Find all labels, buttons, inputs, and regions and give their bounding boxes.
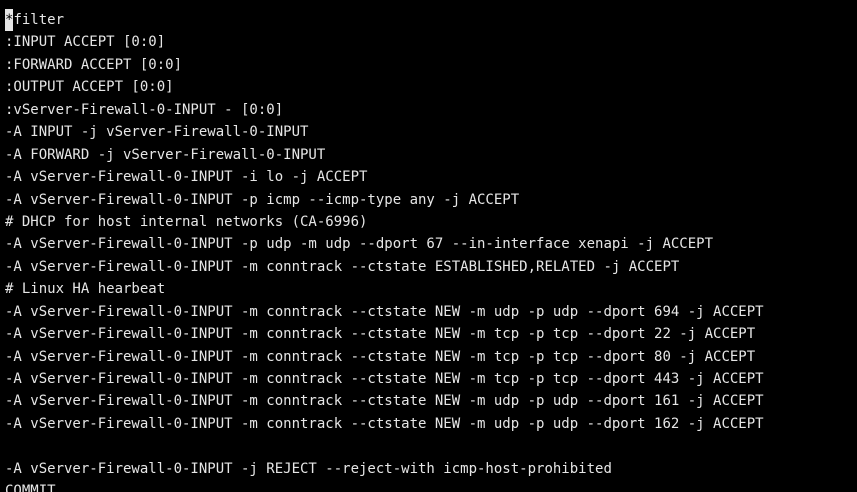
terminal-line: -A vServer-Firewall-0-INPUT -m conntrack…: [5, 415, 764, 432]
terminal-line: -A vServer-Firewall-0-INPUT -m conntrack…: [5, 258, 680, 275]
terminal-line: :INPUT ACCEPT [0:0]: [5, 34, 166, 51]
terminal-line: -A vServer-Firewall-0-INPUT -i lo -j ACC…: [5, 169, 368, 186]
terminal-window[interactable]: *filter :INPUT ACCEPT [0:0] :FORWARD ACC…: [0, 0, 857, 492]
first-line-text: filter: [13, 12, 65, 28]
terminal-line: -A FORWARD -j vServer-Firewall-0-INPUT: [5, 146, 326, 163]
terminal-line: :OUTPUT ACCEPT [0:0]: [5, 79, 174, 96]
terminal-line: -A vServer-Firewall-0-INPUT -m conntrack…: [5, 348, 756, 365]
terminal-line: -A INPUT -j vServer-Firewall-0-INPUT: [5, 124, 309, 141]
terminal-line: -A vServer-Firewall-0-INPUT -j REJECT --…: [5, 460, 612, 477]
comment-line: # Linux HA hearbeat: [5, 281, 166, 298]
terminal-line: -A vServer-Firewall-0-INPUT -m conntrack…: [5, 326, 756, 343]
terminal-line: -A vServer-Firewall-0-INPUT -m conntrack…: [5, 303, 764, 320]
terminal-text-area[interactable]: *filter :INPUT ACCEPT [0:0] :FORWARD ACC…: [5, 9, 764, 492]
terminal-line: -A vServer-Firewall-0-INPUT -m conntrack…: [5, 393, 764, 410]
terminal-line: -A vServer-Firewall-0-INPUT -p icmp --ic…: [5, 191, 520, 208]
terminal-line: -A vServer-Firewall-0-INPUT -p udp -m ud…: [5, 236, 714, 253]
terminal-line: -A vServer-Firewall-0-INPUT -m conntrack…: [5, 371, 764, 387]
terminal-line: COMMIT: [5, 483, 56, 492]
terminal-line: :vServer-Firewall-0-INPUT - [0:0]: [5, 101, 284, 118]
terminal-line: :FORWARD ACCEPT [0:0]: [5, 56, 183, 73]
terminal-line-1: *filter: [5, 9, 764, 32]
comment-line: # DHCP for host internal networks (CA-69…: [5, 213, 368, 230]
